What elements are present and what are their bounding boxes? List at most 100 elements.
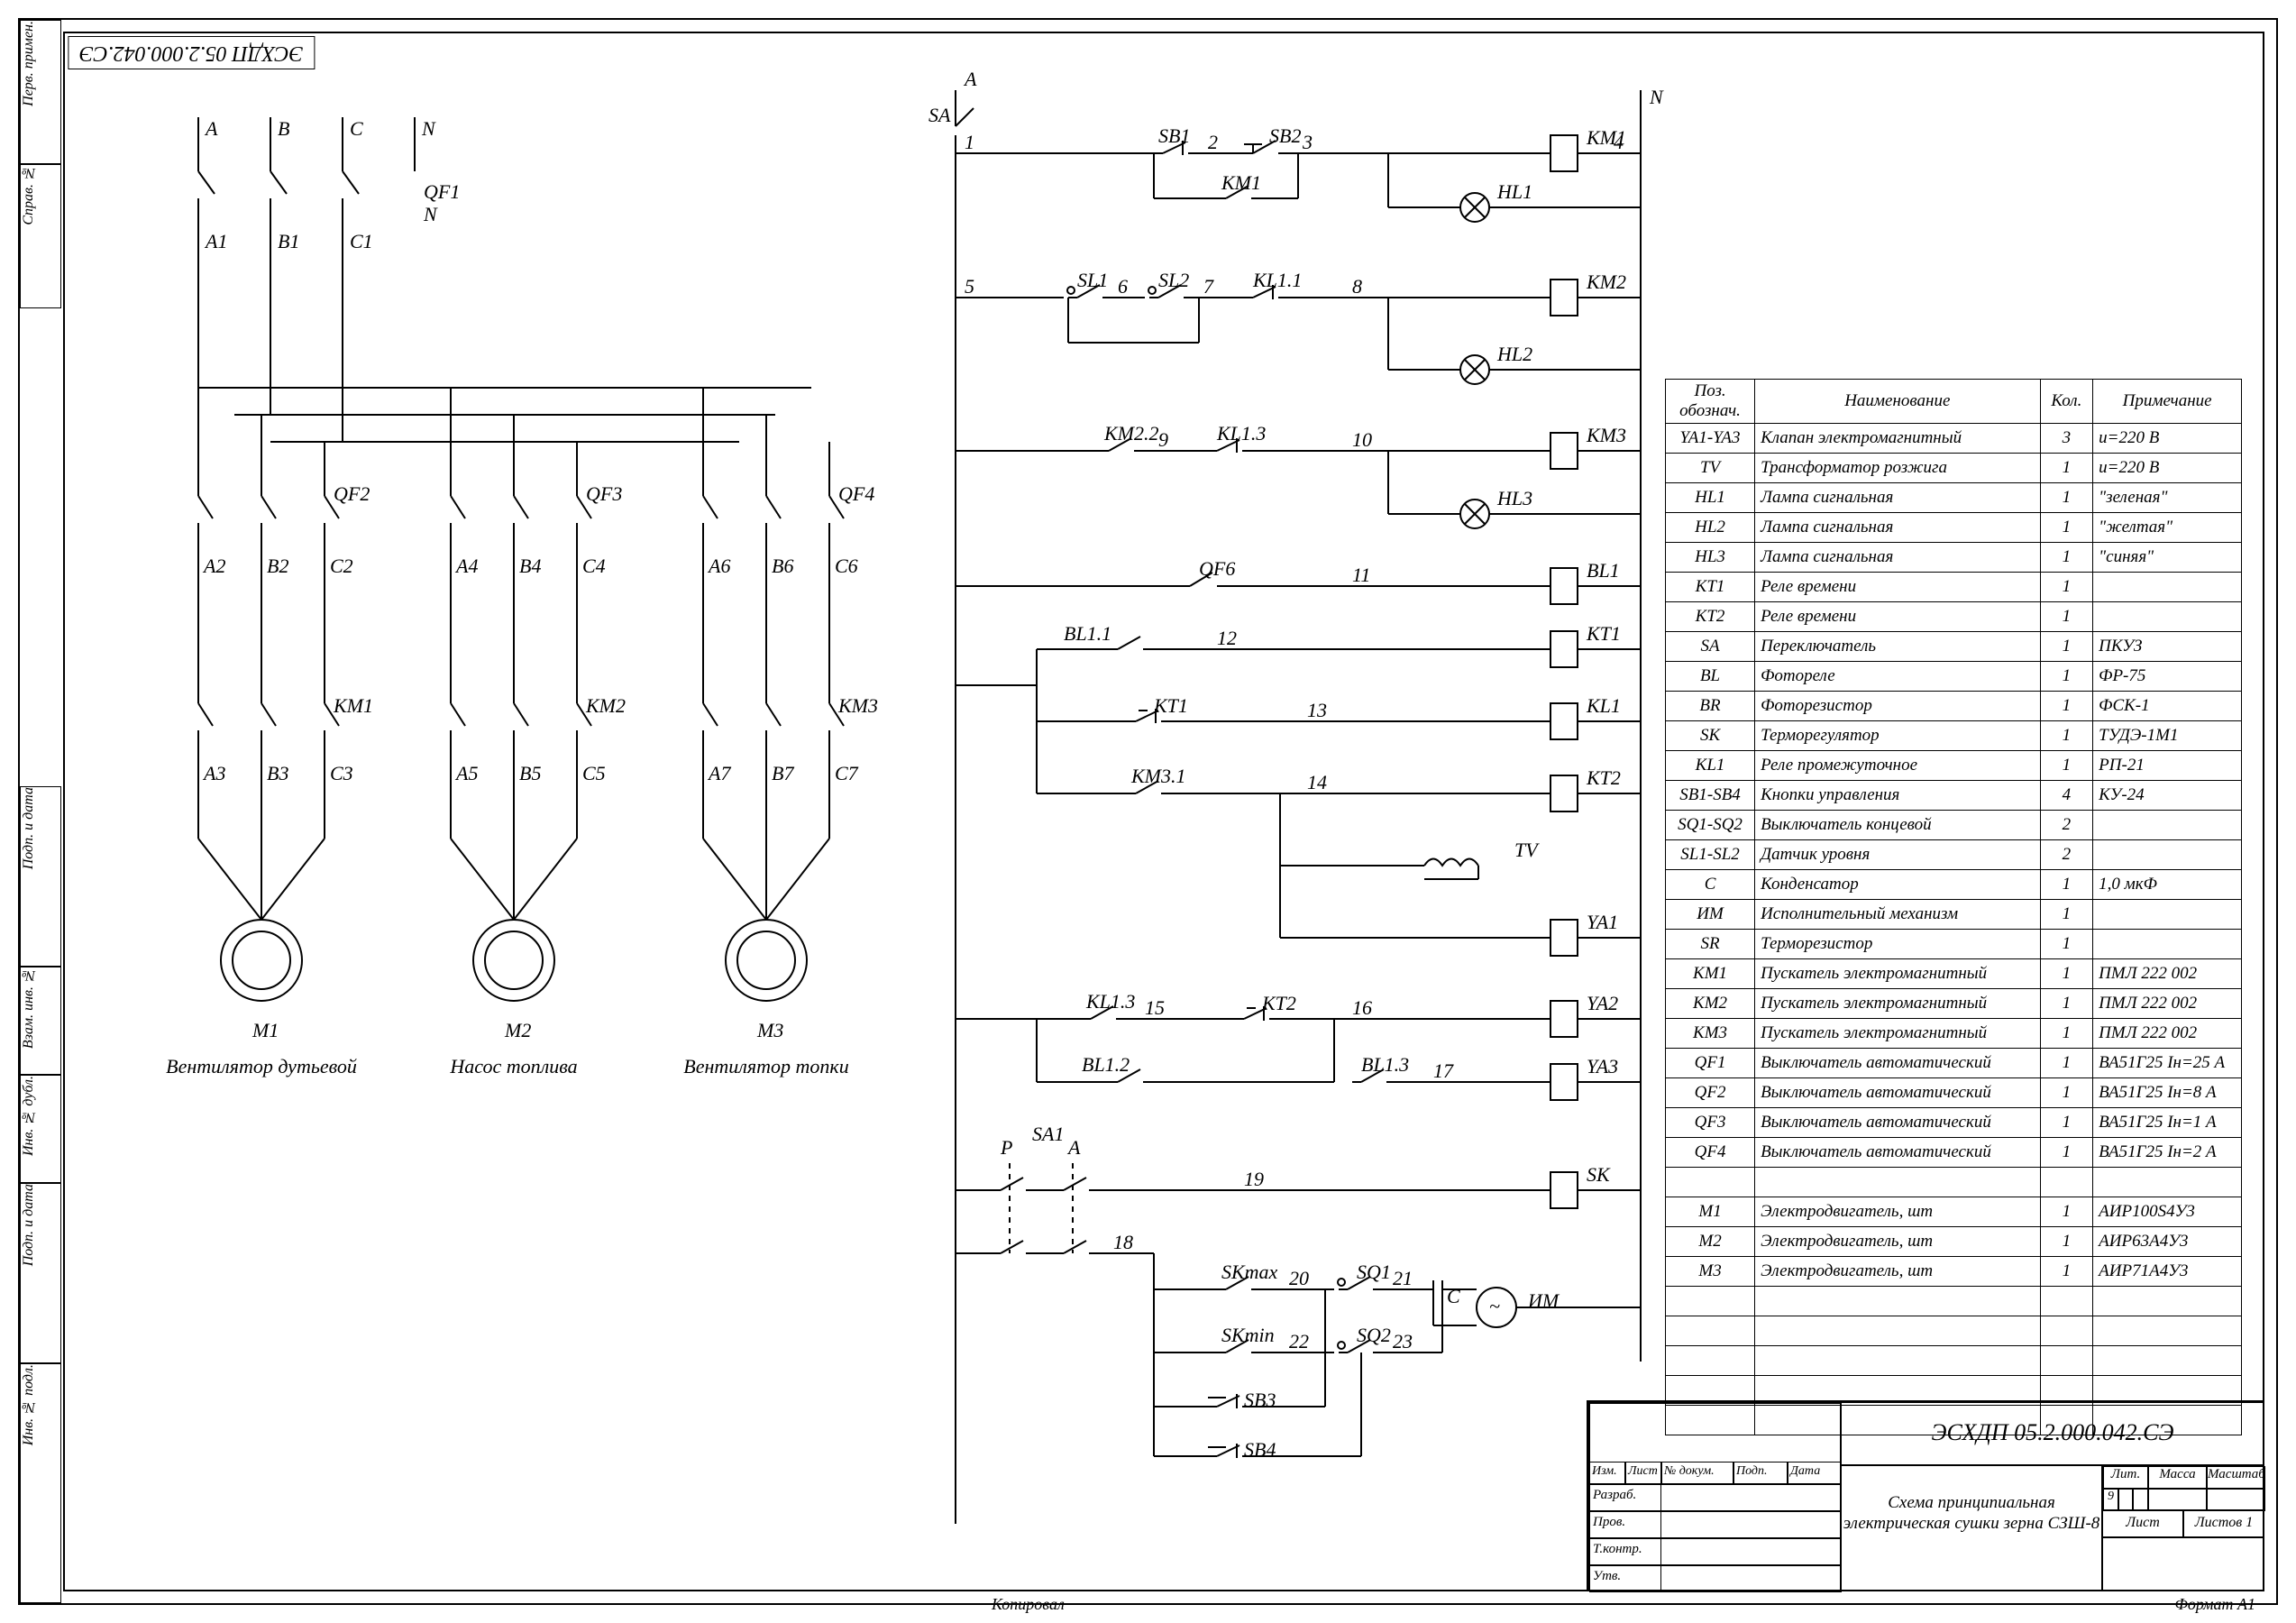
- svg-text:М3: М3: [756, 1019, 783, 1041]
- table-row: M2Электродвигатель, шт1АИР63А4У3: [1666, 1227, 2242, 1257]
- footer-format: Формат А1: [2174, 1595, 2255, 1614]
- svg-text:KL1: KL1: [1586, 694, 1621, 717]
- footer-copied: Копировал: [992, 1595, 1065, 1614]
- table-row: KT1Реле времени1: [1666, 573, 2242, 602]
- svg-text:16: 16: [1352, 996, 1372, 1019]
- svg-text:C7: C7: [835, 762, 859, 784]
- table-row: QF4Выключатель автоматический1ВА51Г25 Iн…: [1666, 1138, 2242, 1168]
- svg-text:KM3: KM3: [837, 694, 878, 717]
- svg-text:8: 8: [1352, 275, 1362, 298]
- side-cell-0: Перв. примен.: [21, 21, 37, 106]
- svg-text:KM1: KM1: [1221, 171, 1261, 194]
- th-pos: Поз. обознач.: [1666, 380, 1755, 424]
- svg-text:N: N: [421, 117, 436, 140]
- svg-text:B7: B7: [772, 762, 794, 784]
- title-block: Изм. Лист № докум. Подп. Дата Разраб. Пр…: [1587, 1400, 2264, 1591]
- svg-text:B3: B3: [267, 762, 288, 784]
- svg-text:6: 6: [1118, 275, 1128, 298]
- svg-text:1: 1: [965, 131, 974, 153]
- svg-text:19: 19: [1244, 1168, 1264, 1190]
- svg-text:SA1: SA1: [1032, 1123, 1064, 1145]
- table-row: HL1Лампа сигнальная1"зеленая": [1666, 483, 2242, 513]
- svg-text:C1: C1: [350, 230, 373, 252]
- svg-text:C4: C4: [582, 555, 606, 577]
- svg-text:KM2: KM2: [1586, 270, 1626, 293]
- svg-text:KM2.2: KM2.2: [1103, 422, 1159, 445]
- svg-text:SKmin: SKmin: [1221, 1324, 1275, 1346]
- svg-text:A5: A5: [454, 762, 478, 784]
- svg-text:KM3: KM3: [1586, 424, 1626, 446]
- svg-text:14: 14: [1307, 771, 1327, 793]
- side-cell-3: Взам. инв. №: [21, 967, 37, 1049]
- svg-text:KT2: KT2: [1586, 766, 1621, 789]
- lbl-SA: SA: [928, 104, 951, 126]
- svg-text:3: 3: [1302, 131, 1313, 153]
- svg-text:SB3: SB3: [1244, 1389, 1276, 1411]
- table-row: SKТерморегулятор1ТУДЭ-1М1: [1666, 721, 2242, 751]
- svg-text:QF3: QF3: [586, 482, 622, 505]
- svg-text:17: 17: [1433, 1059, 1454, 1082]
- svg-text:5: 5: [965, 275, 974, 298]
- power-schematic: ABCNQF1NA1B1C1A2B2C2QF2A3B3C3KM1М1Вентил…: [108, 90, 919, 1172]
- svg-text:QF6: QF6: [1199, 557, 1235, 580]
- table-row: M1Электродвигатель, шт1АИР100S4У3: [1666, 1197, 2242, 1227]
- table-row: KM3Пускатель электромагнитный1ПМЛ 222 00…: [1666, 1019, 2242, 1049]
- table-row: HL3Лампа сигнальная1"синяя": [1666, 543, 2242, 573]
- svg-text:BL1.2: BL1.2: [1082, 1053, 1130, 1076]
- svg-text:YA2: YA2: [1587, 992, 1618, 1014]
- svg-text:A6: A6: [707, 555, 730, 577]
- svg-text:7: 7: [1203, 275, 1214, 298]
- svg-text:QF4: QF4: [838, 482, 874, 505]
- table-row: HL2Лампа сигнальная1"желтая": [1666, 513, 2242, 543]
- svg-text:21: 21: [1393, 1267, 1413, 1289]
- svg-text:B1: B1: [278, 230, 299, 252]
- side-cell-1: Справ. №: [21, 165, 37, 225]
- svg-text:KL1.1: KL1.1: [1252, 269, 1302, 291]
- drawing-code-mirrored: ЭСХДП 05.2.000.042.СЭ: [68, 36, 315, 69]
- th-name: Наименование: [1755, 380, 2040, 424]
- svg-text:BL1: BL1: [1587, 559, 1620, 582]
- side-cell-4: Инв. № дубл.: [21, 1076, 37, 1156]
- svg-text:KM1: KM1: [333, 694, 373, 717]
- svg-text:QF1: QF1: [424, 180, 460, 203]
- drawing-sheet: ЭСХДП 05.2.000.042.СЭ Перв. примен. Спра…: [0, 0, 2296, 1623]
- tb-code: ЭСХДП 05.2.000.042.СЭ: [1841, 1402, 2264, 1465]
- svg-text:A1: A1: [204, 230, 227, 252]
- svg-text:13: 13: [1307, 699, 1327, 721]
- lbl-N: N: [1649, 86, 1664, 108]
- svg-text:A: A: [204, 117, 218, 140]
- svg-text:М1: М1: [252, 1019, 279, 1041]
- svg-text:2: 2: [1208, 131, 1218, 153]
- tb-title: Схема принципиальная электрическая сушки…: [1841, 1465, 2102, 1591]
- svg-text:SB4: SB4: [1244, 1438, 1276, 1461]
- svg-text:SL2: SL2: [1158, 269, 1189, 291]
- svg-text:C3: C3: [330, 762, 353, 784]
- svg-text:QF2: QF2: [334, 482, 370, 505]
- table-row: YA1-YA3Клапан электромагнитный3и=220 В: [1666, 424, 2242, 454]
- lbl-A: A: [963, 68, 977, 90]
- svg-text:C2: C2: [330, 555, 353, 577]
- svg-text:B4: B4: [519, 555, 541, 577]
- svg-text:HL2: HL2: [1496, 343, 1532, 365]
- table-row: KM1Пускатель электромагнитный1ПМЛ 222 00…: [1666, 959, 2242, 989]
- table-row: QF3Выключатель автоматический1ВА51Г25 Iн…: [1666, 1108, 2242, 1138]
- parts-table: Поз. обознач. Наименование Кол. Примечан…: [1665, 379, 2242, 1435]
- svg-text:BL1.1: BL1.1: [1064, 622, 1111, 645]
- svg-text:B5: B5: [519, 762, 541, 784]
- svg-text:TV: TV: [1514, 839, 1540, 861]
- table-row: QF1Выключатель автоматический1ВА51Г25 Iн…: [1666, 1049, 2242, 1078]
- svg-text:B: B: [278, 117, 289, 140]
- svg-text:HL3: HL3: [1496, 487, 1532, 509]
- table-row: KL1Реле промежуточное1РП-21: [1666, 751, 2242, 781]
- th-note: Примечание: [2093, 380, 2242, 424]
- svg-text:SQ1: SQ1: [1357, 1261, 1391, 1283]
- svg-text:KL1.3: KL1.3: [1085, 990, 1135, 1013]
- svg-text:SB1: SB1: [1158, 124, 1190, 147]
- svg-text:Вентилятор топки: Вентилятор топки: [683, 1055, 848, 1077]
- svg-text:15: 15: [1145, 996, 1165, 1019]
- table-row: KM2Пускатель электромагнитный1ПМЛ 222 00…: [1666, 989, 2242, 1019]
- svg-text:М2: М2: [504, 1019, 531, 1041]
- svg-text:12: 12: [1217, 627, 1237, 649]
- table-row: SL1-SL2Датчик уровня2: [1666, 840, 2242, 870]
- svg-text:BL1.3: BL1.3: [1361, 1053, 1409, 1076]
